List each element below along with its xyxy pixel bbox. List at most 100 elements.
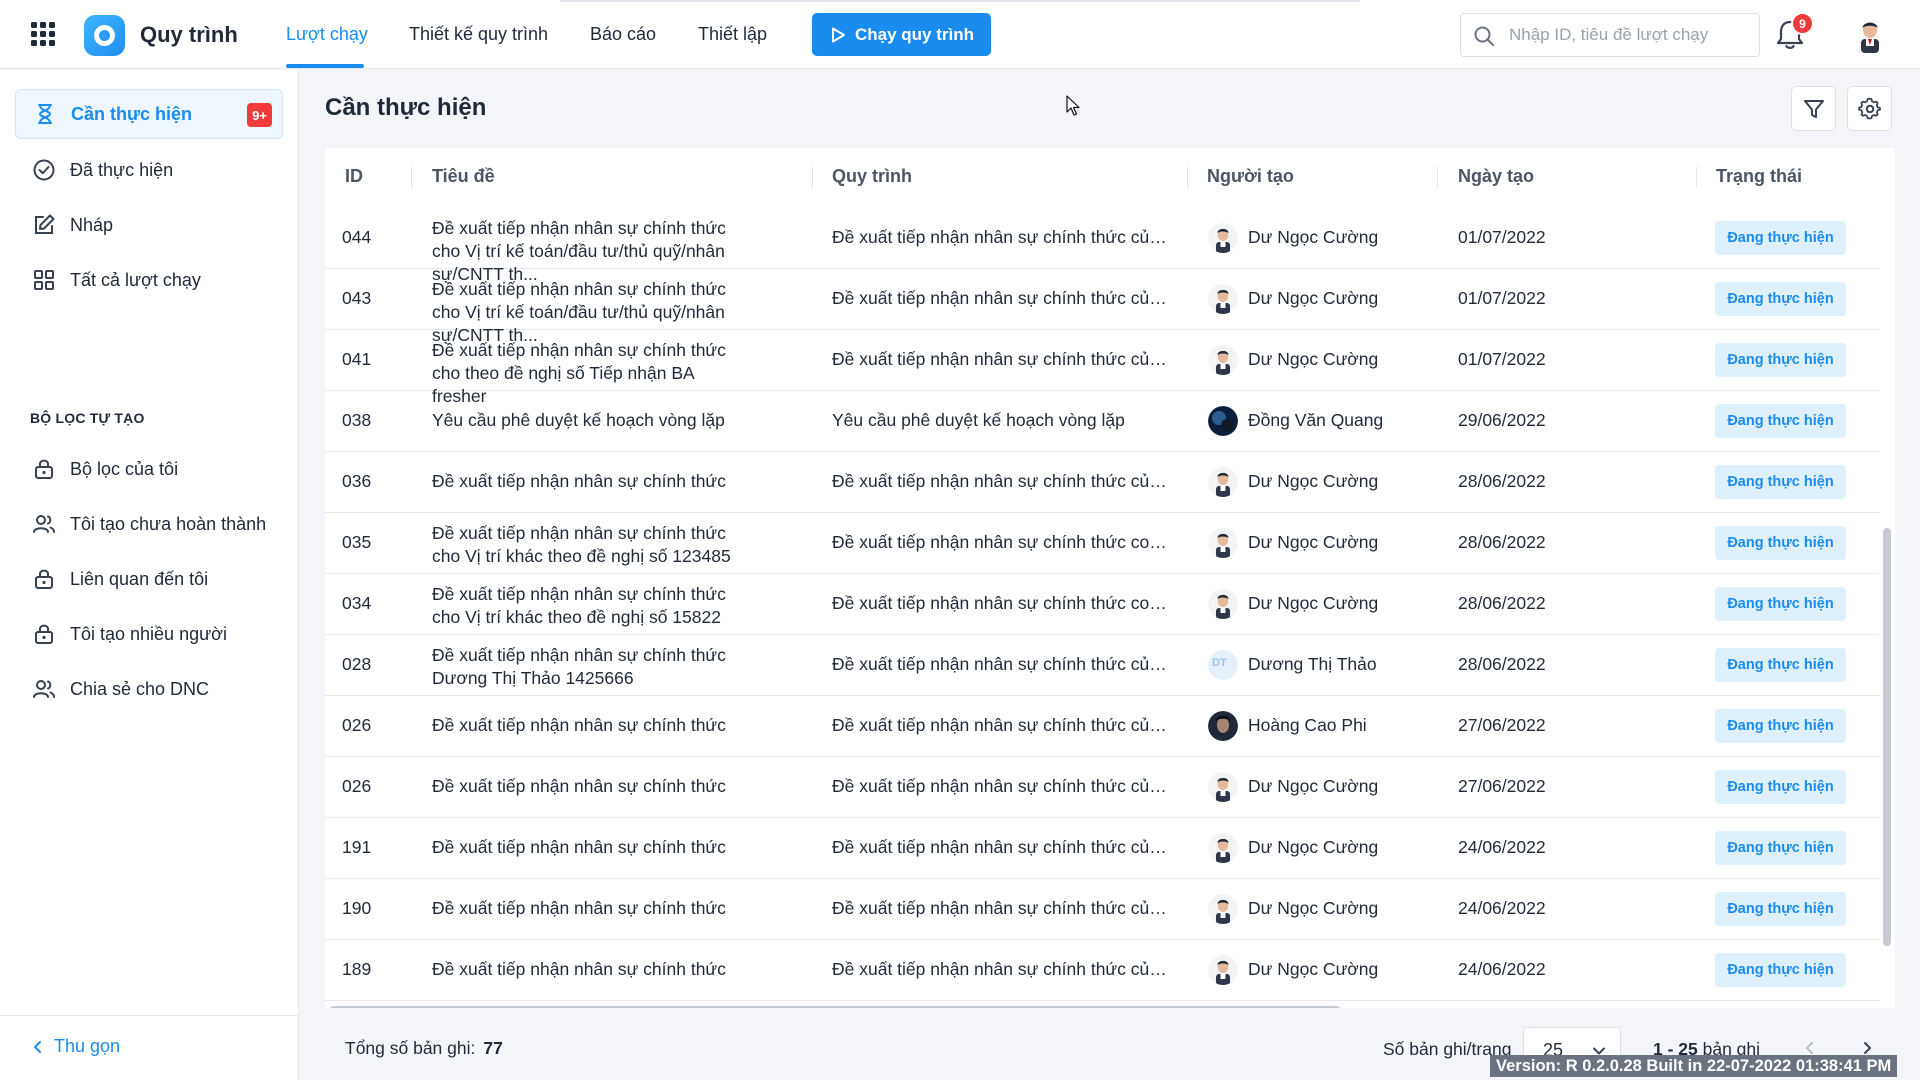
table-row[interactable]: 043 Đề xuất tiếp nhận nhân sự chính thức … [325, 269, 1880, 345]
cell-created-date: 28/06/2022 [1458, 593, 1546, 613]
cell-id: 026 [342, 715, 372, 735]
cell-created-date: 29/06/2022 [1458, 410, 1546, 430]
avatar-initials: DT [1212, 657, 1227, 669]
filter-button[interactable] [1791, 86, 1836, 131]
cell-creator: Dư Ngọc Cường [1248, 288, 1379, 308]
table-row[interactable]: 189 Đề xuất tiếp nhận nhân sự chính thức Đ… [325, 940, 1880, 1001]
cell-process: Đề xuất tiếp nhận nhân sự chính thức của… [832, 959, 1172, 979]
tab-bao-cao[interactable]: Báo cáo [590, 24, 656, 45]
app-launcher-icon[interactable] [31, 22, 55, 46]
cell-title[interactable]: Đề xuất tiếp nhận nhân sự chính thức [432, 959, 732, 980]
cell-title[interactable]: Đề xuất tiếp nhận nhân sự chính thức Dươ… [432, 644, 732, 690]
search-input[interactable] [1509, 22, 1749, 48]
settings-button[interactable] [1847, 86, 1892, 131]
cell-title[interactable]: Đề xuất tiếp nhận nhân sự chính thức [432, 776, 732, 797]
status-badge: Đang thực hiện [1715, 465, 1846, 499]
status-badge: Đang thực hiện [1715, 770, 1846, 804]
creator-avatar [1208, 406, 1238, 436]
cell-title[interactable]: Đề xuất tiếp nhận nhân sự chính thức [432, 837, 732, 858]
cell-id: 190 [342, 898, 372, 918]
cell-id: 038 [342, 410, 372, 430]
tab-luot-chay[interactable]: Lượt chạy [286, 24, 368, 45]
horizontal-scrollbar[interactable] [329, 1006, 1341, 1008]
cell-process: Đề xuất tiếp nhận nhân sự chính thức của… [832, 654, 1172, 674]
table-row[interactable]: 035 Đề xuất tiếp nhận nhân sự chính thức … [325, 513, 1880, 574]
sidebar-item-nhap[interactable]: Nháp [15, 200, 283, 250]
tab-thiet-ke-quy-trinh[interactable]: Thiết kế quy trình [409, 24, 548, 45]
column-header-process[interactable]: Quy trình [832, 166, 912, 187]
status-badge: Đang thực hiện [1715, 831, 1846, 865]
column-header-creator[interactable]: Người tạo [1207, 166, 1294, 187]
table-row[interactable]: 026 Đề xuất tiếp nhận nhân sự chính thức Đ… [325, 757, 1880, 818]
hourglass-icon [38, 104, 52, 124]
table-row[interactable]: 190 Đề xuất tiếp nhận nhân sự chính thức Đ… [325, 879, 1880, 940]
cell-process: Đề xuất tiếp nhận nhân sự chính thức của… [832, 715, 1172, 735]
column-divider [1696, 167, 1697, 187]
filter-item-lien-quan-den-toi[interactable]: Liên quan đến tôi [15, 554, 283, 604]
sidebar-item-tat-ca-luot-chay[interactable]: Tất cả lượt chạy [15, 255, 283, 305]
filter-item-bo-loc-cua-toi[interactable]: Bộ lọc của tôi [15, 444, 283, 494]
filter-item-toi-tao-nhieu-nguoi[interactable]: Tôi tạo nhiều người [15, 609, 283, 659]
vertical-scrollbar[interactable] [1883, 528, 1891, 946]
creator-avatar [1208, 772, 1238, 802]
cell-process: Đề xuất tiếp nhận nhân sự chính thức cop… [832, 593, 1172, 613]
cell-creator: Dư Ngọc Cường [1248, 349, 1379, 369]
column-divider [1437, 167, 1438, 187]
cell-title[interactable]: Đề xuất tiếp nhận nhân sự chính thức [432, 715, 732, 736]
table-header: ID Tiêu đề Quy trình Người tạo Ngày tạo … [325, 148, 1895, 206]
cell-title[interactable]: Đề xuất tiếp nhận nhân sự chính thức cho… [432, 583, 732, 629]
cell-created-date: 28/06/2022 [1458, 471, 1546, 491]
table-row[interactable]: 036 Đề xuất tiếp nhận nhân sự chính thức Đ… [325, 452, 1880, 513]
total-records-value: 77 [483, 1038, 503, 1058]
creator-avatar [1208, 284, 1238, 314]
cell-id: 044 [342, 227, 372, 247]
cell-process: Yêu cầu phê duyệt kế hoạch vòng lặp [832, 410, 1125, 430]
column-header-status[interactable]: Trạng thái [1716, 166, 1802, 187]
status-badge: Đang thực hiện [1715, 343, 1846, 377]
column-header-created-date[interactable]: Ngày tạo [1458, 166, 1534, 187]
status-badge: Đang thực hiện [1715, 221, 1846, 255]
loading-bar [560, 0, 1360, 2]
cell-created-date: 28/06/2022 [1458, 532, 1546, 552]
cell-title[interactable]: Đề xuất tiếp nhận nhân sự chính thức [432, 471, 732, 492]
creator-avatar [1208, 894, 1238, 924]
cell-title[interactable]: Đề xuất tiếp nhận nhân sự chính thức cho… [432, 522, 732, 568]
table-row[interactable]: 034 Đề xuất tiếp nhận nhân sự chính thức … [325, 574, 1880, 635]
sidebar-item-can-thuc-hien[interactable]: Cần thực hiện 9+ [15, 89, 283, 139]
creator-avatar [1208, 467, 1238, 497]
cell-created-date: 01/07/2022 [1458, 227, 1546, 247]
sidebar-footer: Thu gọn [0, 1015, 299, 1080]
sidebar-item-da-thuc-hien[interactable]: Đã thực hiện [15, 145, 283, 195]
table-row[interactable]: 044 Đề xuất tiếp nhận nhân sự chính thức … [325, 208, 1880, 284]
tab-thiet-lap[interactable]: Thiết lập [698, 24, 767, 45]
grid-icon [34, 270, 54, 290]
cell-title[interactable]: Yêu cầu phê duyệt kế hoạch vòng lặp [432, 410, 732, 431]
cell-title[interactable]: Đề xuất tiếp nhận nhân sự chính thức [432, 898, 732, 919]
total-records: Tổng số bản ghi: 77 [345, 1038, 503, 1059]
creator-avatar [1208, 528, 1238, 558]
cell-process: Đề xuất tiếp nhận nhân sự chính thức của… [832, 471, 1172, 491]
column-header-title[interactable]: Tiêu đề [432, 166, 495, 187]
table-row[interactable]: 028 Đề xuất tiếp nhận nhân sự chính thức … [325, 635, 1880, 696]
app-logo[interactable] [84, 15, 125, 56]
cell-process: Đề xuất tiếp nhận nhân sự chính thức của… [832, 776, 1172, 796]
cell-creator: Dư Ngọc Cường [1248, 227, 1379, 247]
user-avatar[interactable] [1853, 17, 1887, 53]
table-row[interactable]: 041 Đề xuất tiếp nhận nhân sự chính thức … [325, 330, 1880, 406]
search-box [1460, 13, 1760, 57]
chevron-left-icon [1806, 1042, 1813, 1054]
status-badge: Đang thực hiện [1715, 648, 1846, 682]
table-row[interactable]: 191 Đề xuất tiếp nhận nhân sự chính thức Đ… [325, 818, 1880, 879]
cell-creator: Đồng Văn Quang [1248, 410, 1384, 430]
run-process-button[interactable]: Chạy quy trình [812, 13, 991, 56]
creator-avatar [1208, 223, 1238, 253]
filter-item-chia-se-cho-dnc[interactable]: Chia sẻ cho DNC [15, 664, 283, 714]
collapse-sidebar-button[interactable]: Thu gọn [32, 1036, 120, 1057]
table-row[interactable]: 026 Đề xuất tiếp nhận nhân sự chính thức Đ… [325, 696, 1880, 757]
column-header-id[interactable]: ID [345, 166, 363, 187]
filter-item-toi-tao-chua-hoan-thanh[interactable]: Tôi tạo chưa hoàn thành [15, 499, 283, 549]
cell-creator: Dư Ngọc Cường [1248, 837, 1379, 857]
table-row[interactable]: 038 Yêu cầu phê duyệt kế hoạch vòng lặp Yê… [325, 391, 1880, 452]
app-title: Quy trình [140, 22, 238, 47]
gear-icon [1857, 97, 1881, 119]
